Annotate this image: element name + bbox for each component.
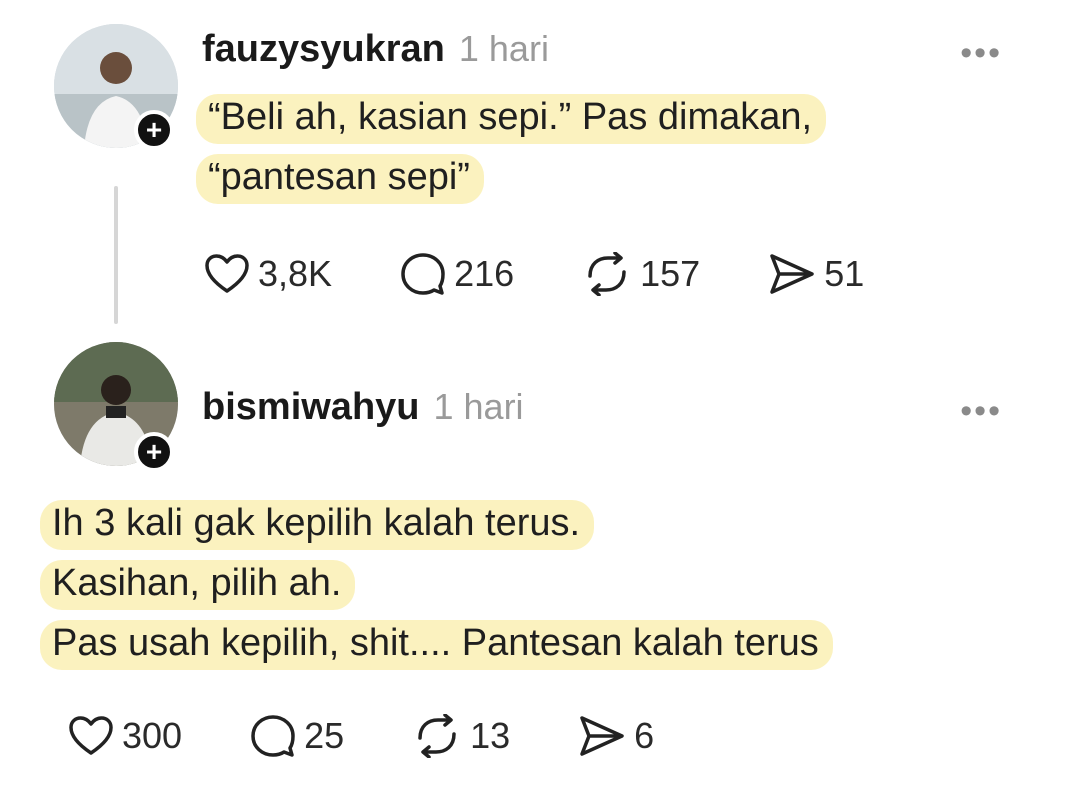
heart-icon xyxy=(205,254,249,293)
post-text-line: Ih 3 kali gak kepilih kalah terus. xyxy=(40,500,595,550)
repost-count: 13 xyxy=(470,715,511,756)
more-icon[interactable]: ••• xyxy=(960,36,1002,70)
post-text-line: Pas usah kepilih, shit.... Pantesan kala… xyxy=(40,620,833,670)
repost-button[interactable]: 13 xyxy=(412,714,510,758)
post-header: bismiwahyu 1 hari xyxy=(202,386,524,429)
like-count: 3,8K xyxy=(258,253,333,294)
reply-button[interactable]: 25 xyxy=(250,714,344,758)
username[interactable]: bismiwahyu xyxy=(202,386,420,429)
share-count: 51 xyxy=(824,253,865,294)
like-button[interactable]: 300 xyxy=(68,715,182,757)
reply-count: 216 xyxy=(454,253,515,294)
heart-icon xyxy=(69,716,113,755)
follow-button[interactable]: + xyxy=(134,432,174,472)
share-button[interactable]: 6 xyxy=(578,714,654,758)
post-header: fauzysyukran 1 hari xyxy=(202,28,549,71)
comment-icon xyxy=(251,715,295,757)
post-text-line: “pantesan sepi” xyxy=(196,154,484,204)
plus-icon: + xyxy=(145,114,163,145)
reply-count: 25 xyxy=(304,715,345,756)
repost-count: 157 xyxy=(640,253,701,294)
like-button[interactable]: 3,8K xyxy=(204,253,332,295)
more-icon[interactable]: ••• xyxy=(960,394,1002,428)
comment-icon xyxy=(401,253,445,295)
share-icon xyxy=(580,716,624,756)
action-bar: 3,8K 216 157 51 xyxy=(204,252,932,296)
timestamp: 1 hari xyxy=(433,386,524,427)
reply-button[interactable]: 216 xyxy=(400,252,514,296)
thread-line xyxy=(114,186,118,324)
plus-icon: + xyxy=(145,436,163,467)
username[interactable]: fauzysyukran xyxy=(202,28,445,71)
action-bar: 300 25 13 6 xyxy=(68,714,722,758)
post-text-line: Kasihan, pilih ah. xyxy=(40,560,356,610)
repost-icon xyxy=(418,714,456,758)
share-button[interactable]: 51 xyxy=(768,252,864,296)
like-count: 300 xyxy=(122,715,183,756)
post-text-line: “Beli ah, kasian sepi.” Pas dimakan, xyxy=(196,94,827,144)
timestamp: 1 hari xyxy=(458,28,549,69)
share-icon xyxy=(770,254,814,294)
repost-icon xyxy=(588,252,626,296)
follow-button[interactable]: + xyxy=(134,110,174,150)
share-count: 6 xyxy=(634,715,655,756)
repost-button[interactable]: 157 xyxy=(582,252,700,296)
